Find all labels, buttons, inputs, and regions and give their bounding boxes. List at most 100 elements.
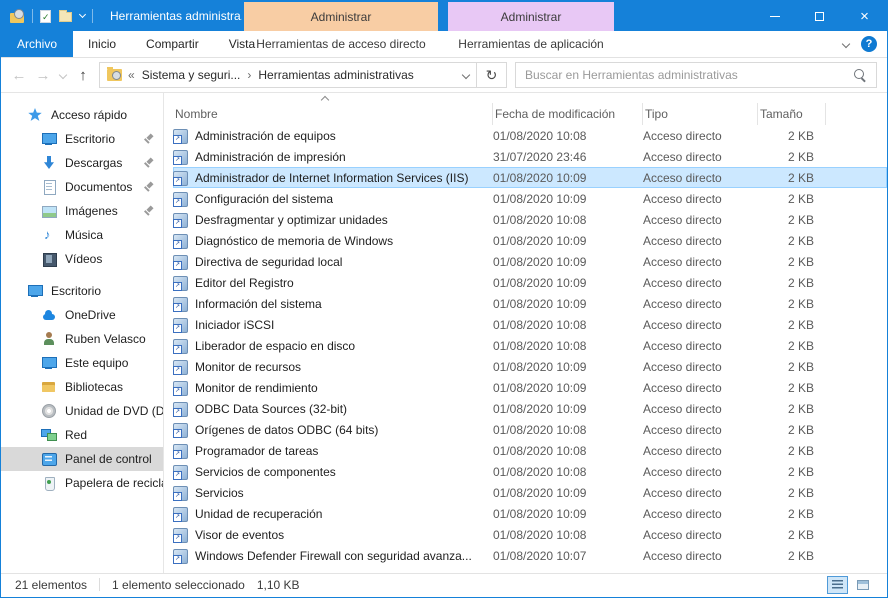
file-row[interactable]: ODBC Data Sources (32-bit) 01/08/2020 10…	[173, 398, 887, 419]
column-header-nombre[interactable]: Nombre	[173, 103, 493, 125]
ribbon-expand-icon[interactable]	[842, 40, 850, 48]
sidebar-item[interactable]: Descargas	[1, 151, 163, 175]
sidebar-item[interactable]: Bibliotecas	[1, 375, 163, 399]
titlebar-separator	[92, 9, 93, 23]
address-dropdown-icon[interactable]	[462, 71, 470, 79]
shortcut-file-icon	[173, 192, 188, 207]
shortcut-file-icon	[173, 465, 188, 480]
minimize-button[interactable]	[752, 1, 797, 31]
file-size: 2 KB	[758, 402, 826, 416]
file-row[interactable]: Administrador de Internet Information Se…	[173, 167, 887, 188]
search-icon[interactable]	[854, 69, 867, 82]
file-row[interactable]: Configuración del sistema 01/08/2020 10:…	[173, 188, 887, 209]
breadcrumb-collapsed-icon[interactable]: «	[128, 68, 135, 82]
qat-customize-icon[interactable]	[79, 11, 86, 18]
properties-icon[interactable]	[40, 10, 51, 23]
sidebar-item[interactable]: Escritorio	[1, 279, 163, 303]
breadcrumb-separator-icon[interactable]: ›	[247, 68, 251, 82]
file-row[interactable]: Liberador de espacio en disco 01/08/2020…	[173, 335, 887, 356]
sidebar-item[interactable]: Papelera de reciclaje	[1, 471, 163, 495]
forward-icon[interactable]: →	[31, 63, 55, 87]
recent-locations-icon[interactable]	[55, 63, 71, 87]
contextual-tab-administrar-shortcut[interactable]: Administrar	[244, 2, 438, 31]
sidebar-item[interactable]: Escritorio	[1, 127, 163, 151]
sidebar-item[interactable]: Música	[1, 223, 163, 247]
shortcut-file-icon	[173, 507, 188, 522]
breadcrumb-segment[interactable]: Sistema y seguri...	[142, 68, 241, 82]
sidebar-item[interactable]: Imágenes	[1, 199, 163, 223]
column-header-fecha[interactable]: Fecha de modificación	[493, 103, 643, 125]
file-row[interactable]: Monitor de rendimiento 01/08/2020 10:09 …	[173, 377, 887, 398]
tab-inicio[interactable]: Inicio	[73, 31, 131, 57]
sidebar-item[interactable]: Panel de control	[1, 447, 163, 471]
sidebar-item[interactable]: Ruben Velasco	[1, 327, 163, 351]
sidebar-item[interactable]: Red	[1, 423, 163, 447]
file-row[interactable]: Directiva de seguridad local 01/08/2020 …	[173, 251, 887, 272]
file-size: 2 KB	[758, 318, 826, 332]
file-date: 01/08/2020 10:09	[493, 192, 643, 206]
app-icon	[9, 8, 25, 24]
file-row[interactable]: Orígenes de datos ODBC (64 bits) 01/08/2…	[173, 419, 887, 440]
file-row[interactable]: Iniciador iSCSI 01/08/2020 10:08 Acceso …	[173, 314, 887, 335]
search-input[interactable]	[525, 68, 854, 82]
monitor-icon	[41, 131, 57, 147]
file-row[interactable]: Información del sistema 01/08/2020 10:09…	[173, 293, 887, 314]
network-icon	[41, 427, 57, 443]
file-row[interactable]: Servicios 01/08/2020 10:09 Acceso direct…	[173, 482, 887, 503]
sidebar-item[interactable]: Documentos	[1, 175, 163, 199]
sidebar-item[interactable]: Este equipo	[1, 351, 163, 375]
file-row[interactable]: Monitor de recursos 01/08/2020 10:09 Acc…	[173, 356, 887, 377]
contextual-tab-administrar-application[interactable]: Administrar	[448, 2, 614, 31]
refresh-button[interactable]: ↻	[477, 62, 507, 88]
file-row[interactable]: Desfragmentar y optimizar unidades 01/08…	[173, 209, 887, 230]
thumbnails-view-button[interactable]	[852, 576, 873, 594]
file-name: Información del sistema	[195, 297, 322, 311]
file-size: 2 KB	[758, 507, 826, 521]
column-header-tamano[interactable]: Tamaño	[758, 103, 826, 125]
file-row[interactable]: Programador de tareas 01/08/2020 10:08 A…	[173, 440, 887, 461]
file-row[interactable]: Servicios de componentes 01/08/2020 10:0…	[173, 461, 887, 482]
details-view-button[interactable]	[827, 576, 848, 594]
file-row[interactable]: Visor de eventos 01/08/2020 10:08 Acceso…	[173, 524, 887, 545]
file-date: 31/07/2020 23:46	[493, 150, 643, 164]
shortcut-file-icon	[173, 360, 188, 375]
breadcrumb-segment[interactable]: Herramientas administrativas	[258, 68, 413, 82]
up-icon[interactable]: ↑	[71, 63, 95, 87]
help-icon[interactable]: ?	[861, 36, 877, 52]
sidebar-item[interactable]: OneDrive	[1, 303, 163, 327]
sidebar-item[interactable]: Vídeos	[1, 247, 163, 271]
file-row[interactable]: Diagnóstico de memoria de Windows 01/08/…	[173, 230, 887, 251]
close-button[interactable]: ×	[842, 1, 887, 31]
column-header-tipo[interactable]: Tipo	[643, 103, 758, 125]
file-row[interactable]: Unidad de recuperación 01/08/2020 10:09 …	[173, 503, 887, 524]
file-row[interactable]: Editor del Registro 01/08/2020 10:09 Acc…	[173, 272, 887, 293]
file-size: 2 KB	[758, 255, 826, 269]
search-box[interactable]	[515, 62, 877, 88]
file-type: Acceso directo	[643, 423, 758, 437]
file-row[interactable]: Windows Defender Firewall con seguridad …	[173, 545, 887, 566]
file-size: 2 KB	[758, 129, 826, 143]
titlebar-separator	[32, 9, 33, 23]
sidebar-item[interactable]: Unidad de DVD (D:)	[1, 399, 163, 423]
address-box[interactable]: « Sistema y seguri... › Herramientas adm…	[99, 62, 477, 88]
tab-herramientas-de-acceso-directo[interactable]: Herramientas de acceso directo	[244, 31, 438, 57]
maximize-button[interactable]	[797, 1, 842, 31]
sidebar-item[interactable]: Acceso rápido	[1, 103, 163, 127]
pin-icon	[144, 182, 154, 192]
file-row[interactable]: Administración de equipos 01/08/2020 10:…	[173, 125, 887, 146]
file-row[interactable]: Administración de impresión 31/07/2020 2…	[173, 146, 887, 167]
file-size: 2 KB	[758, 360, 826, 374]
user-icon	[41, 331, 57, 347]
tab-compartir[interactable]: Compartir	[131, 31, 214, 57]
file-size: 2 KB	[758, 423, 826, 437]
tab-herramientas-de-aplicacion[interactable]: Herramientas de aplicación	[448, 31, 614, 57]
disc-icon	[42, 404, 56, 418]
file-date: 01/08/2020 10:08	[493, 444, 643, 458]
file-size: 2 KB	[758, 528, 826, 542]
ribbon-right-controls: ?	[843, 31, 887, 57]
new-folder-icon[interactable]	[59, 12, 72, 22]
tab-archivo[interactable]: Archivo	[1, 31, 73, 57]
navigation-bar: ← → ↑ « Sistema y seguri... › Herramient…	[1, 58, 887, 93]
file-date: 01/08/2020 10:09	[493, 171, 643, 185]
back-icon[interactable]: ←	[7, 63, 31, 87]
